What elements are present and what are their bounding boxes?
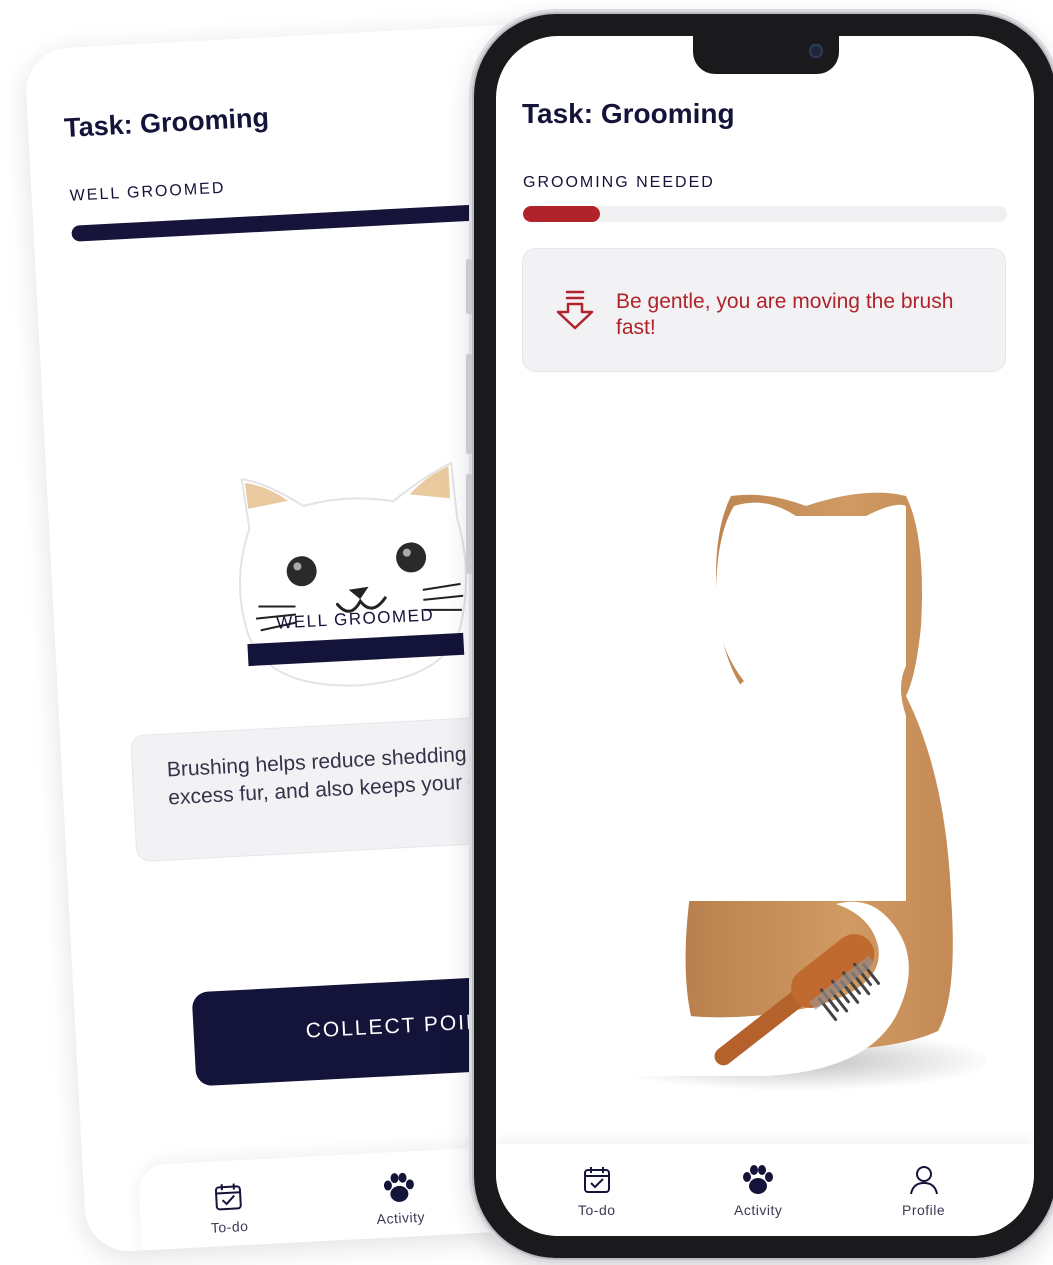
grooming-progress-fill <box>523 206 601 222</box>
alert-card: Be gentle, you are moving the brush fast… <box>522 248 1006 372</box>
calendar-check-icon <box>214 1183 242 1211</box>
phone-screen: Task: Grooming GROOMING NEEDED Be gentle… <box>496 36 1034 1236</box>
nav-todo[interactable]: To-do <box>578 1164 616 1218</box>
phone-volume-up <box>466 354 472 454</box>
cat-grooming-area[interactable] <box>566 476 996 1126</box>
nav-profile[interactable]: Profile <box>902 1164 945 1218</box>
nav-activity[interactable]: Activity <box>734 1164 782 1218</box>
back-nav-todo-label: To-do <box>210 1217 249 1236</box>
user-icon <box>909 1166 938 1195</box>
back-nav-activity-label: Activity <box>376 1208 426 1228</box>
phone-mute-switch <box>466 259 472 314</box>
grooming-progress-bar <box>523 206 1007 222</box>
phone-frame: Task: Grooming GROOMING NEEDED Be gentle… <box>466 14 1053 1258</box>
back-nav-activity[interactable]: Activity <box>374 1171 425 1227</box>
alert-text: Be gentle, you are moving the brush fast… <box>616 290 954 339</box>
grooming-status-label: GROOMING NEEDED <box>523 174 715 191</box>
back-page-title: Task: Grooming <box>63 102 270 143</box>
bottom-nav: To-do Activity Profile <box>496 1144 1034 1236</box>
camera-icon <box>809 44 823 58</box>
page-title: Task: Grooming <box>522 98 735 129</box>
paw-icon <box>384 1172 415 1202</box>
cat-head-icon <box>238 461 467 687</box>
cat-body-image <box>566 492 996 1091</box>
back-nav-todo[interactable]: To-do <box>208 1180 249 1236</box>
phone-notch <box>693 36 839 74</box>
nav-activity-label: Activity <box>734 1202 783 1218</box>
nav-profile-label: Profile <box>902 1202 946 1218</box>
phone-volume-down <box>466 474 472 574</box>
groomed-cat-head[interactable]: WELL GROOMED <box>226 457 478 699</box>
arrow-down-lines-icon <box>556 290 594 330</box>
back-status-label: WELL GROOMED <box>69 179 226 205</box>
nav-todo-label: To-do <box>578 1202 616 1218</box>
calendar-check-icon <box>583 1167 610 1193</box>
paw-icon <box>743 1165 774 1194</box>
